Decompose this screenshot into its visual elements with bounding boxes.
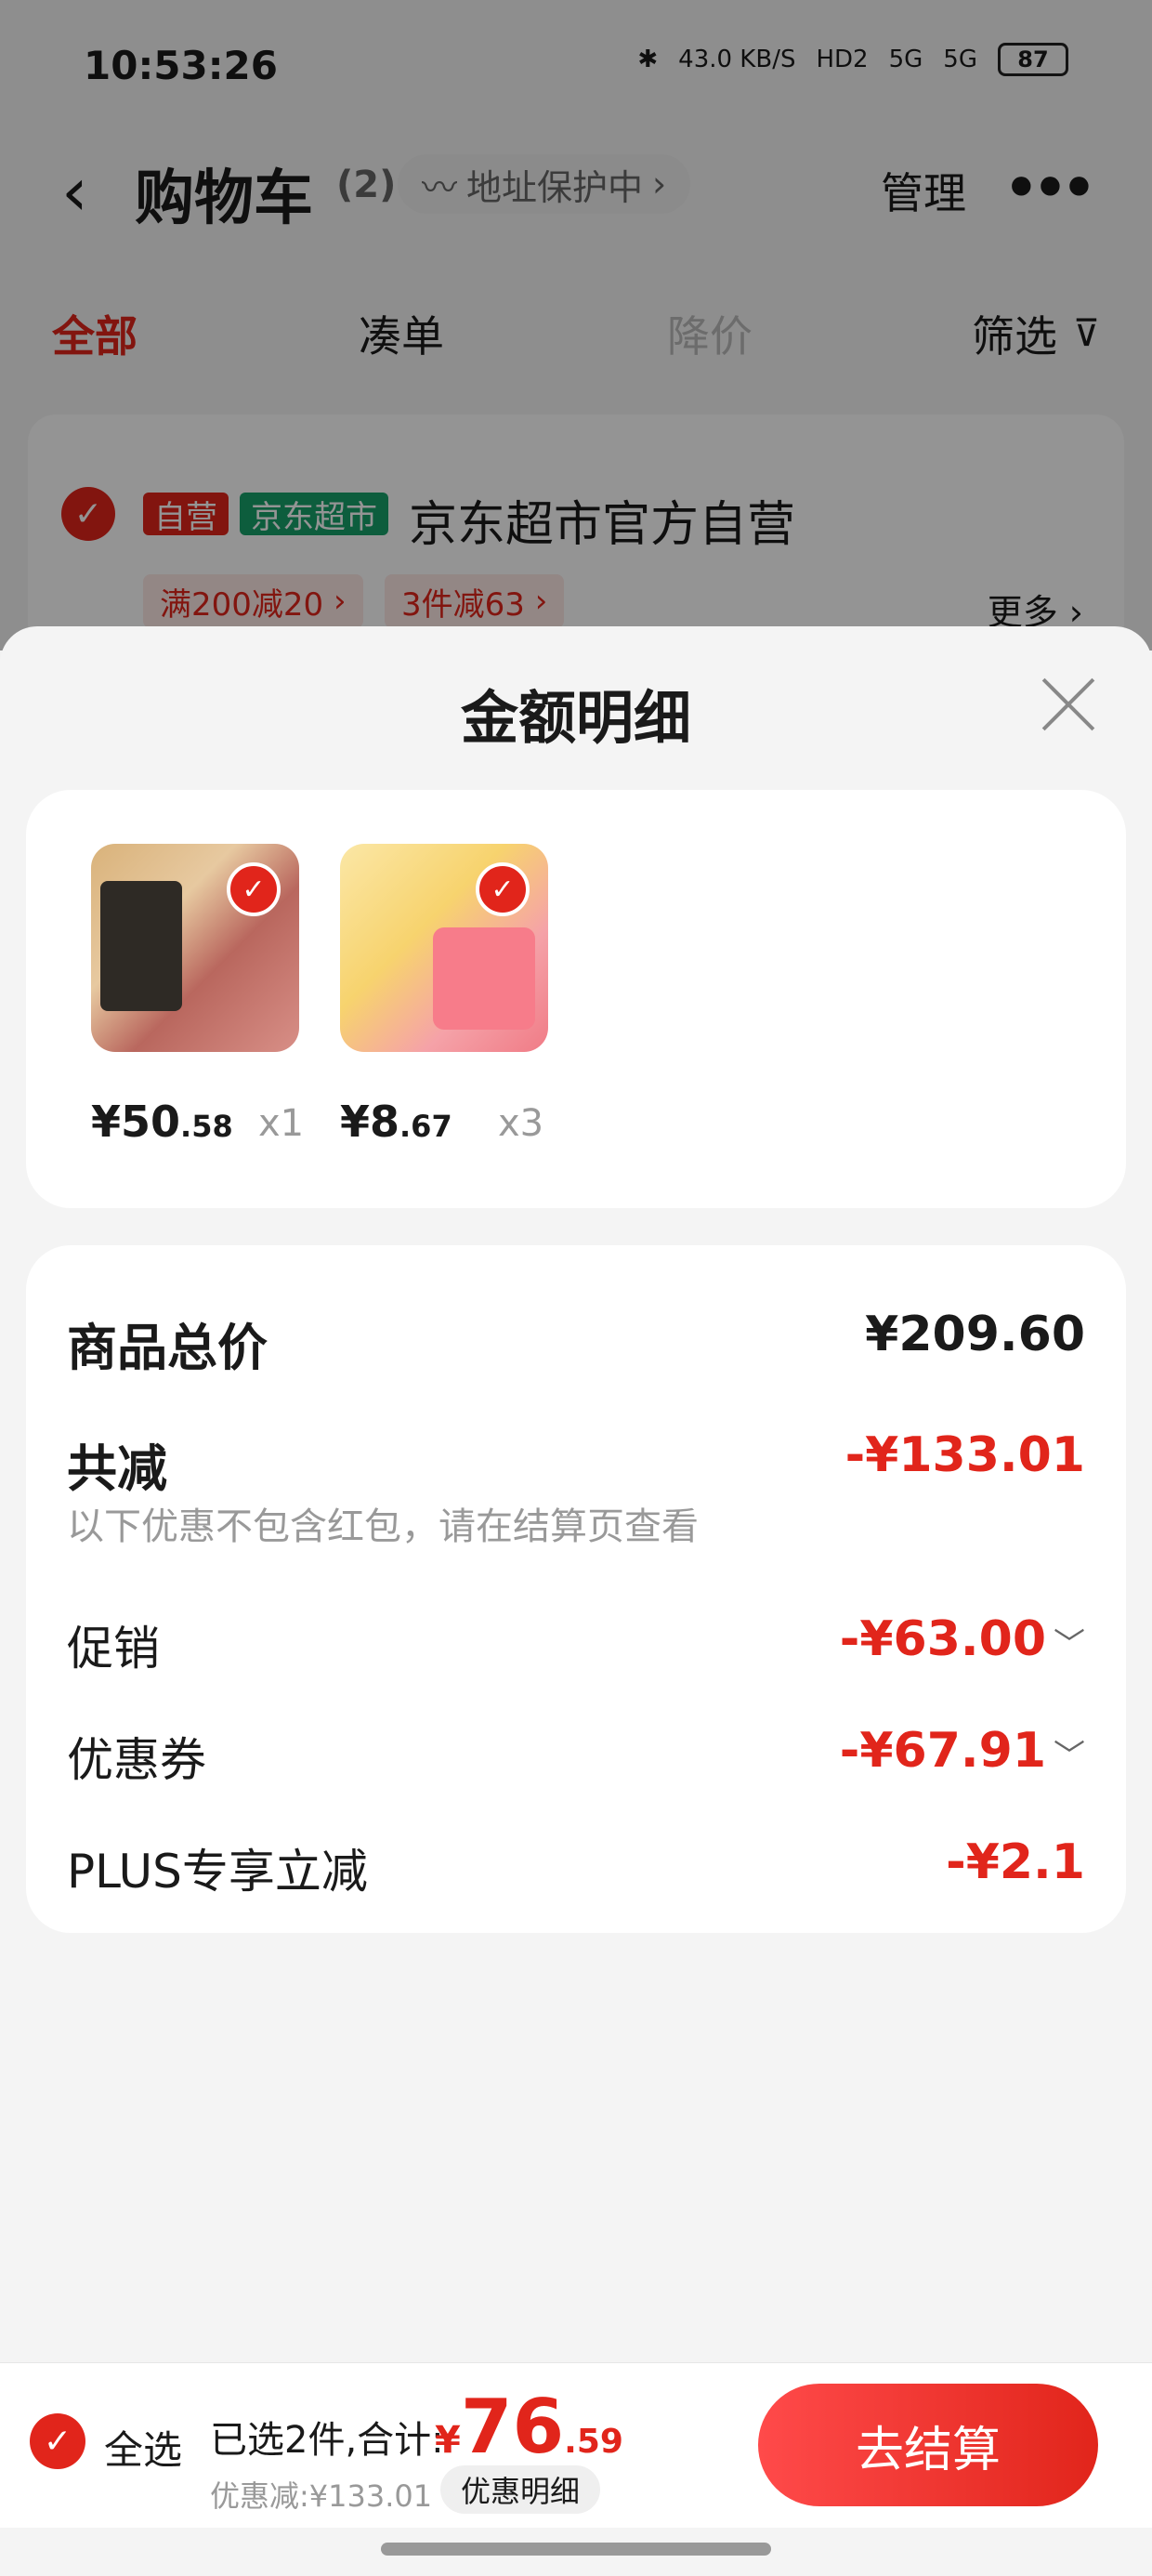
promo-row[interactable]: 促销 -¥63.00 ﹀ [67,1611,1085,1686]
price-summary: 商品总价 ¥209.60 共减 -¥133.01 以下优惠不包含红包，请在结算页… [26,1245,1126,1933]
checkout-button[interactable]: 去结算 [758,2384,1098,2506]
select-all-label[interactable]: 全选 [104,2419,182,2476]
product-check-icon[interactable]: ✓ [476,862,530,916]
reduce-label: 共减 [67,1439,167,1498]
checkout-bar: ✓ 全选 已选2件,合计: ¥76.59 优惠减:¥133.01 优惠明细 去结… [0,2362,1152,2528]
total-label: 商品总价 [67,1319,268,1377]
product-list: ✓ ✓ ¥50.58 x1 ¥8.67 x3 [26,790,1126,1208]
promo-value: -¥63.00 [839,1611,1046,1667]
pork-product-image[interactable]: ✓ [91,844,299,1052]
total-yen: ¥ [435,2419,461,2462]
promo-value-wrap: -¥63.00 ﹀ [840,1611,1085,1667]
discount-note: 以下优惠不包含红包，请在结算页查看 [67,1505,699,1548]
selected-summary: 已选2件,合计: [210,2419,444,2462]
coupon-label: 优惠券 [67,1733,206,1787]
coupon-value: -¥67.91 [839,1723,1046,1779]
price-int: ¥8 [340,1097,400,1147]
dim-overlay[interactable] [0,0,1152,651]
discount-summary: 优惠减:¥133.01 [210,2478,433,2514]
laundry-pod-product-image[interactable]: ✓ [340,844,548,1052]
total-amount: ¥76.59 [435,2384,623,2470]
product-label-block [100,881,182,1011]
reduce-value: -¥133.01 [844,1427,1085,1483]
sheet-title: 金额明细 [460,684,691,752]
promo-label: 促销 [67,1622,160,1676]
discount-detail-button[interactable]: 优惠明细 [440,2465,601,2514]
home-indicator[interactable] [381,2543,771,2556]
product-box-block [433,927,535,1030]
coupon-value-wrap: -¥67.91 ﹀ [840,1723,1085,1779]
product-price-1: ¥50.58 [91,1097,233,1147]
product-qty-2: x3 [498,1102,544,1145]
product-qty-1: x1 [258,1102,305,1145]
total-dec: .59 [564,2423,623,2461]
product-check-icon[interactable]: ✓ [227,862,281,916]
close-icon[interactable] [1039,675,1096,732]
total-int: 76 [460,2384,565,2470]
total-value: ¥209.60 [865,1307,1085,1362]
price-dec: .58 [180,1109,233,1144]
chevron-down-icon[interactable]: ﹀ [1054,1738,1085,1775]
amount-detail-sheet: 金额明细 ✓ ✓ ¥50.58 x1 ¥8.67 x3 商品总价 ¥209.60… [0,626,1152,2576]
plus-value: -¥2.1 [946,1834,1085,1890]
price-dec: .67 [399,1109,452,1144]
chevron-down-icon[interactable]: ﹀ [1054,1626,1085,1663]
plus-label: PLUS专享立减 [67,1845,368,1899]
price-int: ¥50 [91,1097,181,1147]
total-row: 商品总价 ¥209.60 [67,1307,1085,1381]
coupon-row[interactable]: 优惠券 -¥67.91 ﹀ [67,1723,1085,1797]
product-price-2: ¥8.67 [340,1097,452,1147]
reduce-row: 共减 -¥133.01 [67,1427,1085,1502]
select-all-check-icon[interactable]: ✓ [30,2413,85,2469]
plus-row: PLUS专享立减 -¥2.1 [67,1834,1085,1909]
